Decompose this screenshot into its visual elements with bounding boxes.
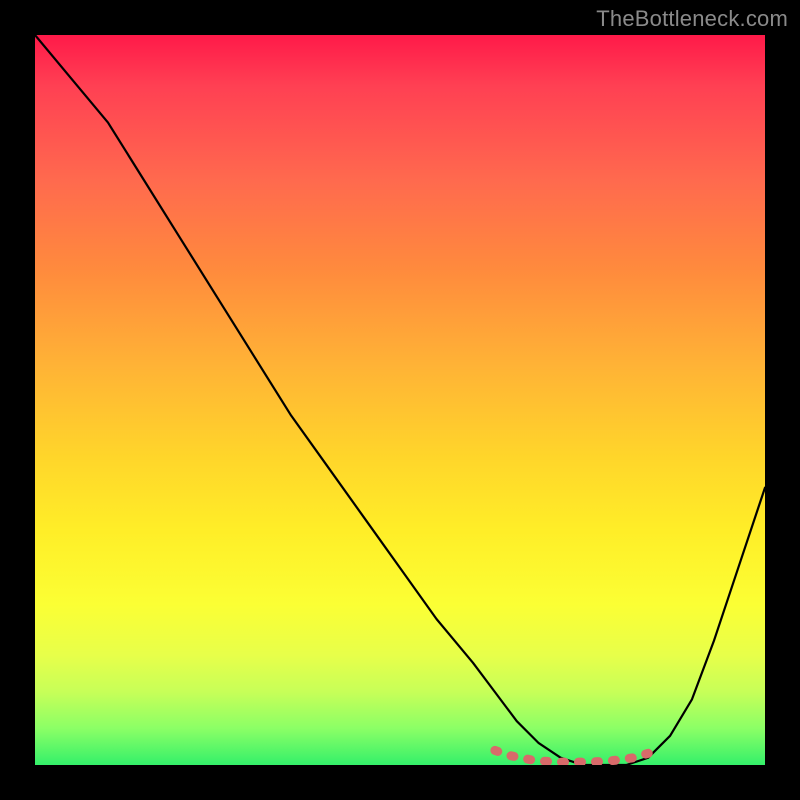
chart-frame: TheBottleneck.com bbox=[0, 0, 800, 800]
watermark-text: TheBottleneck.com bbox=[596, 6, 788, 32]
curve-svg bbox=[35, 35, 765, 765]
plot-area bbox=[35, 35, 765, 765]
bottleneck-curve bbox=[35, 35, 765, 765]
